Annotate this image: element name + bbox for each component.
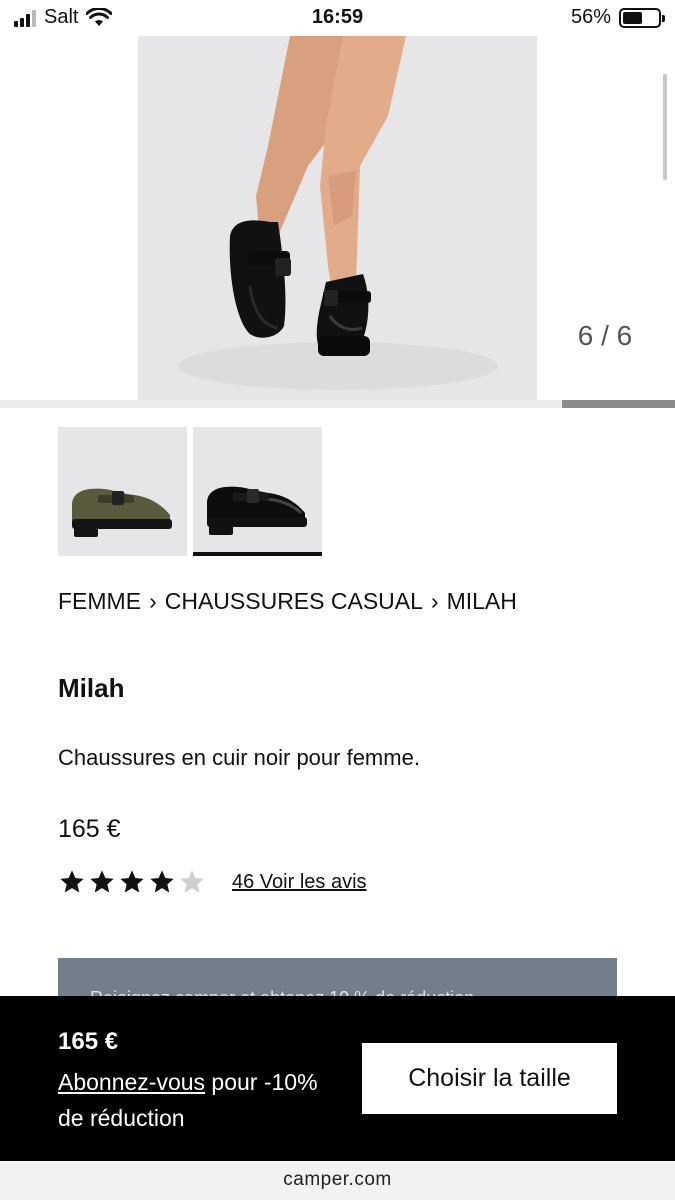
breadcrumb-item-milah[interactable]: MILAH <box>447 588 517 614</box>
thumbnail-black-shoe[interactable] <box>193 427 322 556</box>
url-text: camper.com <box>283 1169 392 1190</box>
star-filled-icon <box>60 870 84 893</box>
sticky-purchase-bar: 165 € Abonnez-vous pour -10% de réductio… <box>0 996 675 1161</box>
star-filled-icon <box>90 870 114 893</box>
olive-shoe-image <box>72 488 172 537</box>
choose-size-button[interactable]: Choisir la taille <box>362 1043 617 1114</box>
subscribe-link[interactable]: Abonnez-vous <box>58 1069 205 1095</box>
subscription-offer: Abonnez-vous pour -10% de réduction <box>58 1064 318 1136</box>
breadcrumb-separator-icon: › <box>149 588 157 614</box>
product-photo[interactable] <box>138 36 537 400</box>
color-thumbnails <box>58 427 322 556</box>
status-bar: Salt 16:59 56% <box>0 0 675 36</box>
battery-icon <box>619 7 665 28</box>
breadcrumb-separator-icon: › <box>430 588 439 614</box>
product-description: Chaussures en cuir noir pour femme. <box>58 745 420 770</box>
breadcrumb-item-chaussures-casual[interactable]: CHAUSSURES CASUAL <box>165 588 423 614</box>
status-right: 56% <box>570 6 665 29</box>
star-filled-icon <box>150 870 174 893</box>
thumbnail-olive-shoe[interactable] <box>58 427 187 556</box>
breadcrumb: FEMME › CHAUSSURES CASUAL › MILAH <box>58 588 517 615</box>
shoe-photo-illustration <box>138 36 537 400</box>
rating-stars <box>58 868 206 896</box>
breadcrumb-item-femme[interactable]: FEMME <box>58 588 141 614</box>
gallery-progress-bar <box>562 400 675 408</box>
product-rating: 46 Voir les avis <box>58 868 367 896</box>
black-shoe-image <box>207 486 307 535</box>
battery-percent: 56% <box>570 6 611 28</box>
product-title: Milah <box>58 673 125 703</box>
product-price: 165 € <box>58 815 121 843</box>
sticky-price: 165 € <box>58 1028 119 1055</box>
star-filled-icon <box>120 870 144 893</box>
star-empty-icon <box>180 870 204 893</box>
page-scrollbar[interactable] <box>663 74 667 180</box>
reviews-link[interactable]: 46 Voir les avis <box>232 871 367 894</box>
browser-url-bar[interactable]: camper.com <box>0 1161 675 1200</box>
gallery-counter: 6 / 6 <box>577 320 633 351</box>
